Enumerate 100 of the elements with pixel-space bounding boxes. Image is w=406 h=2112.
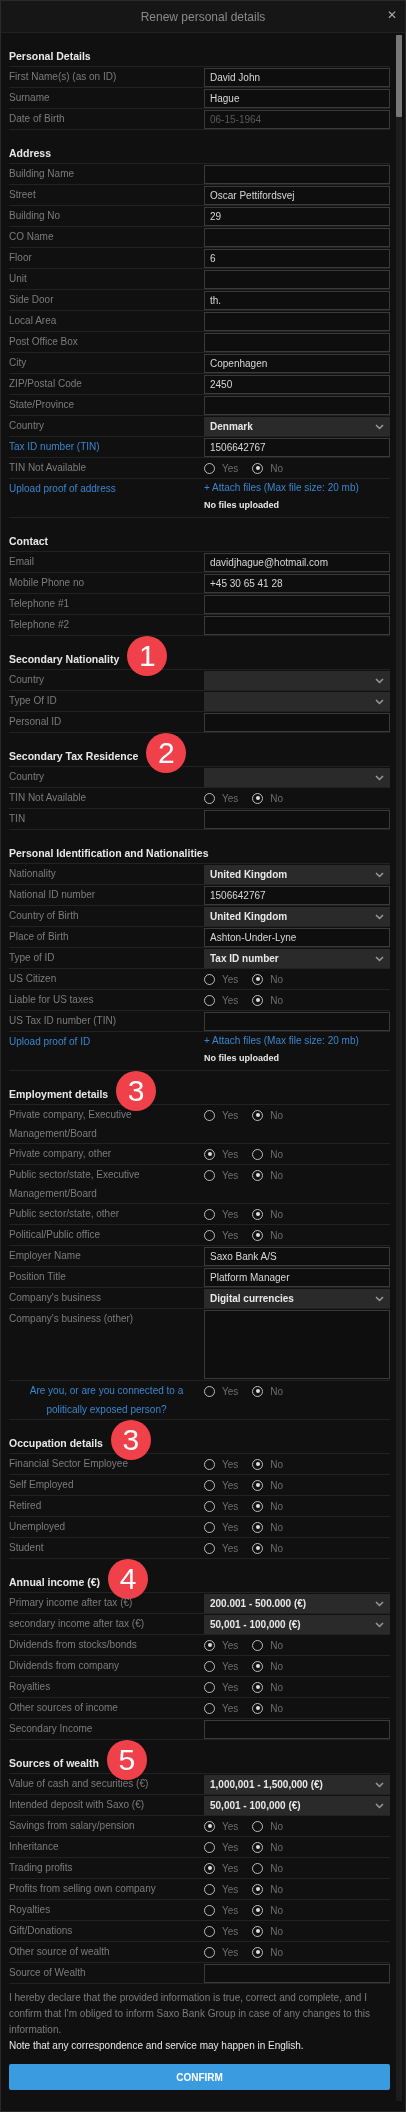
text-field[interactable] [204, 228, 390, 247]
text-field[interactable] [204, 333, 390, 352]
close-button[interactable]: ✕ [387, 9, 397, 21]
text-field[interactable] [204, 713, 390, 732]
radio-label: No [270, 1903, 284, 1918]
text-field[interactable]: 6 [204, 249, 390, 268]
radio-label: Yes [222, 1147, 239, 1162]
text-field[interactable] [204, 810, 390, 829]
select-dropdown[interactable]: United Kingdom [204, 865, 390, 884]
select-dropdown[interactable]: Tax ID number [204, 949, 390, 968]
field-label: Email [9, 555, 35, 569]
select-dropdown[interactable]: 1,000,001 - 1,500,000 (€) [204, 1775, 390, 1794]
section-heading: Contact [9, 533, 49, 549]
field-label: Political/Public office [9, 1228, 101, 1242]
text-field[interactable]: 1506642767 [204, 886, 390, 905]
number-badge: 1 [127, 635, 168, 676]
text-field[interactable]: Hague [204, 89, 390, 108]
section-heading: Annual income (€) [9, 1574, 100, 1590]
radio-label: No [270, 1147, 284, 1162]
radio-label: Yes [222, 1701, 239, 1716]
text-field[interactable]: Oscar Pettifordsvej [204, 186, 390, 205]
text-field[interactable]: David John [204, 68, 390, 87]
text-field[interactable]: 29 [204, 207, 390, 226]
field-label: Nationality [9, 867, 57, 881]
radio-label: No [270, 1541, 284, 1556]
number-badge: 2 [146, 732, 187, 773]
field-label: CO Name [9, 230, 55, 244]
field-label: ZIP/Postal Code [9, 377, 83, 391]
text-field[interactable] [204, 312, 390, 331]
text-field[interactable]: th. [204, 291, 390, 310]
field-label: Mobile Phone no [9, 576, 86, 590]
text-field[interactable] [204, 1012, 390, 1031]
chevron-down-icon [375, 698, 384, 705]
radio-label: No [270, 1924, 284, 1939]
field-label: Building Name [9, 167, 76, 181]
field-label: Private company, Executive Management/Board [9, 1108, 133, 1141]
number-badge: 3 [110, 1419, 151, 1460]
field-label: State/Province [9, 398, 76, 412]
chevron-down-icon [375, 774, 384, 781]
radio-label: Yes [222, 1168, 239, 1183]
field-label: National ID number [9, 888, 97, 902]
chevron-down-icon [375, 1781, 384, 1788]
text-field[interactable] [204, 595, 390, 614]
field-label: Company's business (other) [9, 1312, 135, 1326]
field-label: TIN [9, 812, 27, 826]
number-badge: 3 [116, 1070, 157, 1111]
field-link[interactable]: Are you, or are you connected to a politically exposed person? [19, 1381, 194, 1419]
attach-files-link[interactable]: + Attach files (Max file size: 20 mb) [204, 480, 390, 496]
text-field[interactable]: 2450 [204, 375, 390, 394]
radio-label: No [270, 1861, 284, 1876]
field-label: Public sector/state, other [9, 1207, 121, 1221]
radio-label: No [270, 1228, 284, 1243]
radio-label: No [270, 461, 284, 476]
scrollbar[interactable] [396, 35, 402, 2101]
text-field[interactable] [204, 616, 390, 635]
radio-label: No [270, 1108, 284, 1123]
field-link[interactable]: Upload proof of ID [9, 1032, 196, 1051]
text-field[interactable]: davidjhague@hotmail.com [204, 553, 390, 572]
text-field[interactable]: Copenhagen [204, 354, 390, 373]
text-field[interactable] [204, 396, 390, 415]
attach-files-link[interactable]: + Attach files (Max file size: 20 mb) [204, 1033, 390, 1049]
field-link[interactable]: Upload proof of address [9, 479, 196, 498]
radio-label: No [270, 1207, 284, 1222]
chevron-down-icon [375, 871, 384, 878]
field-label: Country of Birth [9, 909, 80, 923]
select-dropdown[interactable]: United Kingdom [204, 907, 390, 926]
chevron-down-icon [375, 1621, 384, 1628]
select-dropdown[interactable]: Digital currencies [204, 1289, 390, 1308]
text-field[interactable] [204, 1720, 390, 1739]
text-field[interactable]: 1506642767 [204, 438, 390, 457]
radio-label: Yes [222, 1924, 239, 1939]
field-link[interactable]: Tax ID number (TIN) [9, 437, 196, 456]
radio-label: Yes [222, 1861, 239, 1876]
field-label: Student [9, 1541, 45, 1555]
text-field[interactable] [204, 1964, 390, 1983]
text-field[interactable]: +45 30 65 41 28 [204, 574, 390, 593]
text-field[interactable]: Platform Manager [204, 1268, 390, 1287]
field-label: US Citizen [9, 972, 58, 986]
section-heading: Secondary Nationality [9, 651, 120, 667]
field-label: City [9, 356, 28, 370]
radio-label: Yes [222, 461, 239, 476]
field-label: secondary income after tax (€) [9, 1617, 146, 1631]
upload-status: No files uploaded [204, 1052, 280, 1065]
radio-label: No [270, 1520, 284, 1535]
select-dropdown[interactable]: 50,001 - 100,000 (€) [204, 1796, 390, 1815]
select-dropdown[interactable]: 50,001 - 100,000 (€) [204, 1615, 390, 1634]
select-dropdown[interactable]: Denmark [204, 417, 390, 436]
select-dropdown[interactable]: 200.001 - 500.000 (€) [204, 1594, 390, 1613]
text-field[interactable]: Saxo Bank A/S [204, 1247, 390, 1266]
field-label: Profits from selling own company [9, 1882, 157, 1896]
field-label: Private company, other [9, 1147, 113, 1161]
text-field[interactable] [204, 165, 390, 184]
radio-label: No [270, 1680, 284, 1695]
field-label: Public sector/state, Executive Management/Board [9, 1168, 141, 1201]
field-label: Post Office Box [9, 335, 79, 349]
chevron-down-icon [375, 677, 384, 684]
text-field[interactable]: Ashton-Under-Lyne [204, 928, 390, 947]
field-label: Country [9, 419, 45, 433]
chevron-down-icon [375, 913, 384, 920]
text-field[interactable] [204, 270, 390, 289]
